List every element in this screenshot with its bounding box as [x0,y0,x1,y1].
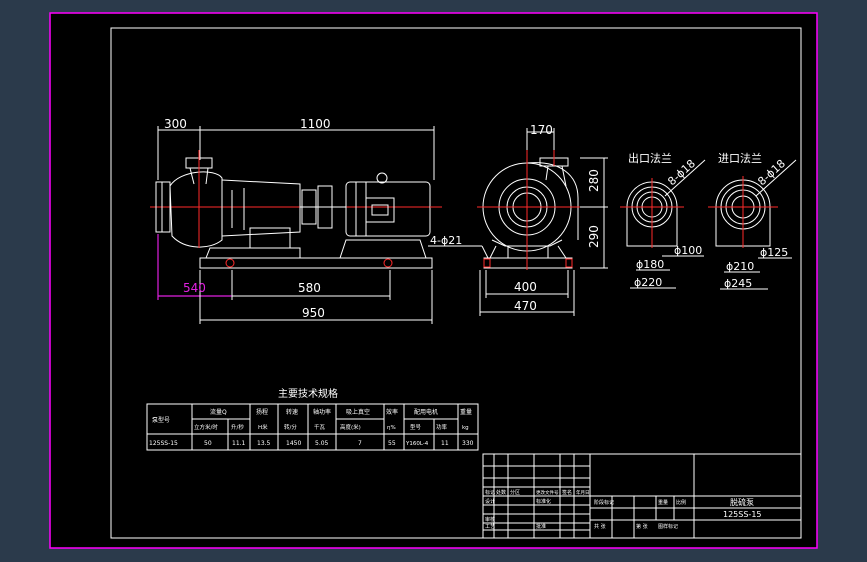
hdr-speed: 转速 [286,408,298,416]
cell-flow-ls: 11.1 [232,440,246,447]
inlet-inner-dia: ϕ125 [760,246,788,259]
dim-400: 400 [514,280,537,294]
outlet-outer-dia: ϕ220 [634,276,662,289]
cad-drawing: 300 1100 540 580 950 170 280 290 400 470… [49,12,818,549]
sub-rpm: 转/分 [284,423,297,431]
tb-label-stage: 阶段标记 [594,499,614,506]
hdr-power: 轴功率 [313,408,331,416]
tb-label-approve: 批准 [536,523,546,530]
dim-300: 300 [164,117,187,131]
cell-head: 13.5 [257,440,271,447]
cell-motor-type: Y160L-4 [405,441,429,447]
dim-170: 170 [530,123,553,137]
tb-label-count: 处数 [496,489,506,496]
cell-power: 5.05 [315,440,329,447]
cell-weight: 330 [462,440,474,447]
sheet-background [50,13,817,548]
tb-label-mark-sheet: 图样标记 [658,523,678,530]
tb-label-std: 标准化 [536,498,551,505]
outlet-flange-title: 出口法兰 [628,151,672,165]
hdr-motor: 配用电机 [414,408,438,416]
tb-label-process: 工艺 [485,524,495,530]
tb-label-weight: 重量 [658,499,668,506]
hdr-suction: 吸上真空 [346,408,370,416]
sub-kw: 千瓦 [314,423,326,431]
sub-kg: kg [462,425,469,431]
sub-eta: η% [387,425,396,431]
drawing-name: 脱硫泵 [730,497,754,507]
dim-bolt-holes: 4-ϕ21 [430,234,462,247]
outlet-mid-dia: ϕ180 [636,258,664,271]
dim-580: 580 [298,281,321,295]
dim-280: 280 [587,169,601,192]
tb-label-sheet: 第 张 [636,523,648,530]
hdr-flow: 流量Q [210,408,227,416]
tb-label-change: 更改文件号 [536,489,559,496]
inlet-flange-title: 进口法兰 [718,151,762,165]
sub-height: 高度(米) [340,423,361,431]
tb-label-date: 年月日 [576,489,590,496]
hdr-weight: 重量 [460,408,472,416]
drawing-code: 125SS-15 [723,510,762,519]
sub-ls: 升/秒 [231,423,244,431]
dim-540: 540 [183,281,206,295]
tb-label-sign: 签名 [562,489,572,496]
inlet-outer-dia: ϕ245 [724,277,752,290]
dim-950: 950 [302,306,325,320]
outlet-inner-dia: ϕ100 [674,244,702,257]
tb-label-total: 共 张 [594,523,606,530]
tb-label-review: 审核 [485,516,495,523]
cell-efficiency: 55 [388,440,396,447]
inlet-mid-dia: ϕ210 [726,260,754,273]
tb-label-scale: 比例 [676,499,686,506]
hdr-efficiency: 效率 [386,408,398,416]
cell-model: 125SS-15 [149,440,178,447]
cell-suction: 7 [358,440,362,447]
tb-label-mark: 标记 [485,489,495,496]
sub-rating: 功率 [436,423,448,431]
tb-label-zone: 分区 [510,489,520,496]
dim-1100: 1100 [300,117,331,131]
hdr-head: 扬程 [256,408,268,416]
cell-flow-m3h: 50 [204,440,212,447]
cell-speed: 1450 [286,440,301,447]
tb-label-design: 设计 [485,498,495,505]
sub-hm: H米 [258,423,268,431]
dim-290: 290 [587,225,601,248]
sub-m3h: 立方米/时 [194,423,218,431]
sub-type: 型号 [410,423,422,431]
cell-motor-power: 11 [441,440,449,447]
hdr-model: 泵型号 [152,416,170,424]
dim-470: 470 [514,299,537,313]
spec-table-title: 主要技术规格 [278,387,338,400]
